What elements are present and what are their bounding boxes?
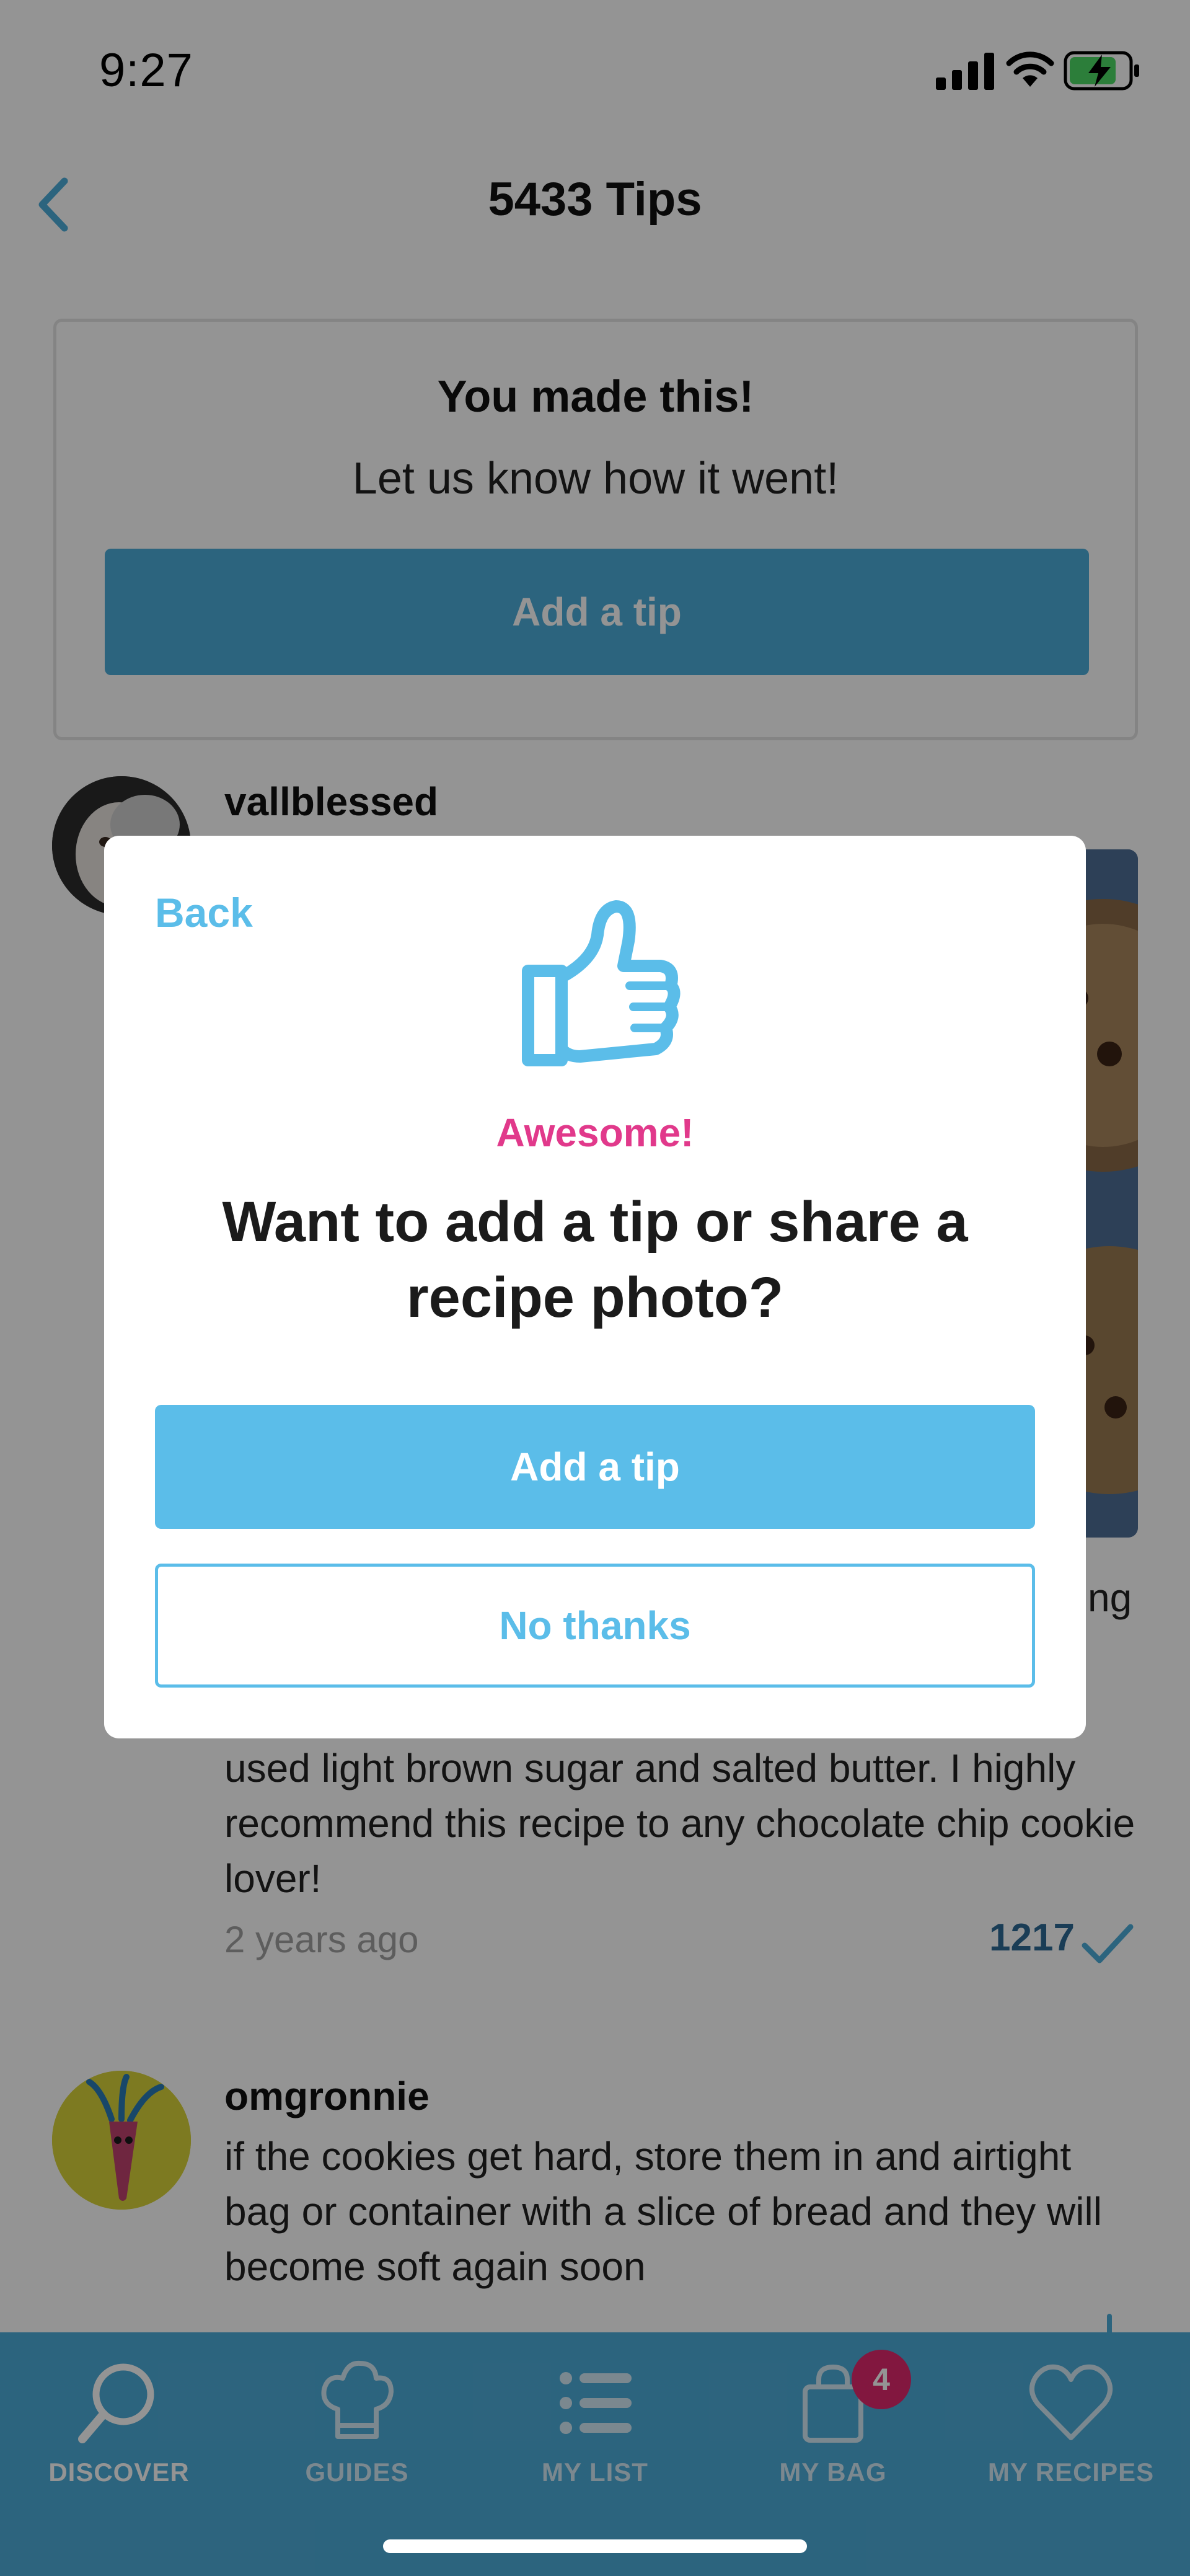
add-tip-button[interactable]: Add a tip (155, 1405, 1035, 1529)
add-tip-modal: Back Awesome! Want to add a tip or share… (104, 836, 1086, 1738)
modal-eyebrow: Awesome! (496, 1110, 694, 1155)
home-indicator[interactable] (383, 2539, 807, 2553)
tips-screen: 9:27 5433 Tips You made this! Let us kno… (0, 0, 1190, 2576)
no-thanks-button[interactable]: No thanks (155, 1564, 1035, 1688)
modal-back-button[interactable]: Back (155, 889, 253, 936)
modal-title: Want to add a tip or share a recipe phot… (222, 1190, 968, 1329)
thumbs-up-icon (522, 900, 681, 1066)
